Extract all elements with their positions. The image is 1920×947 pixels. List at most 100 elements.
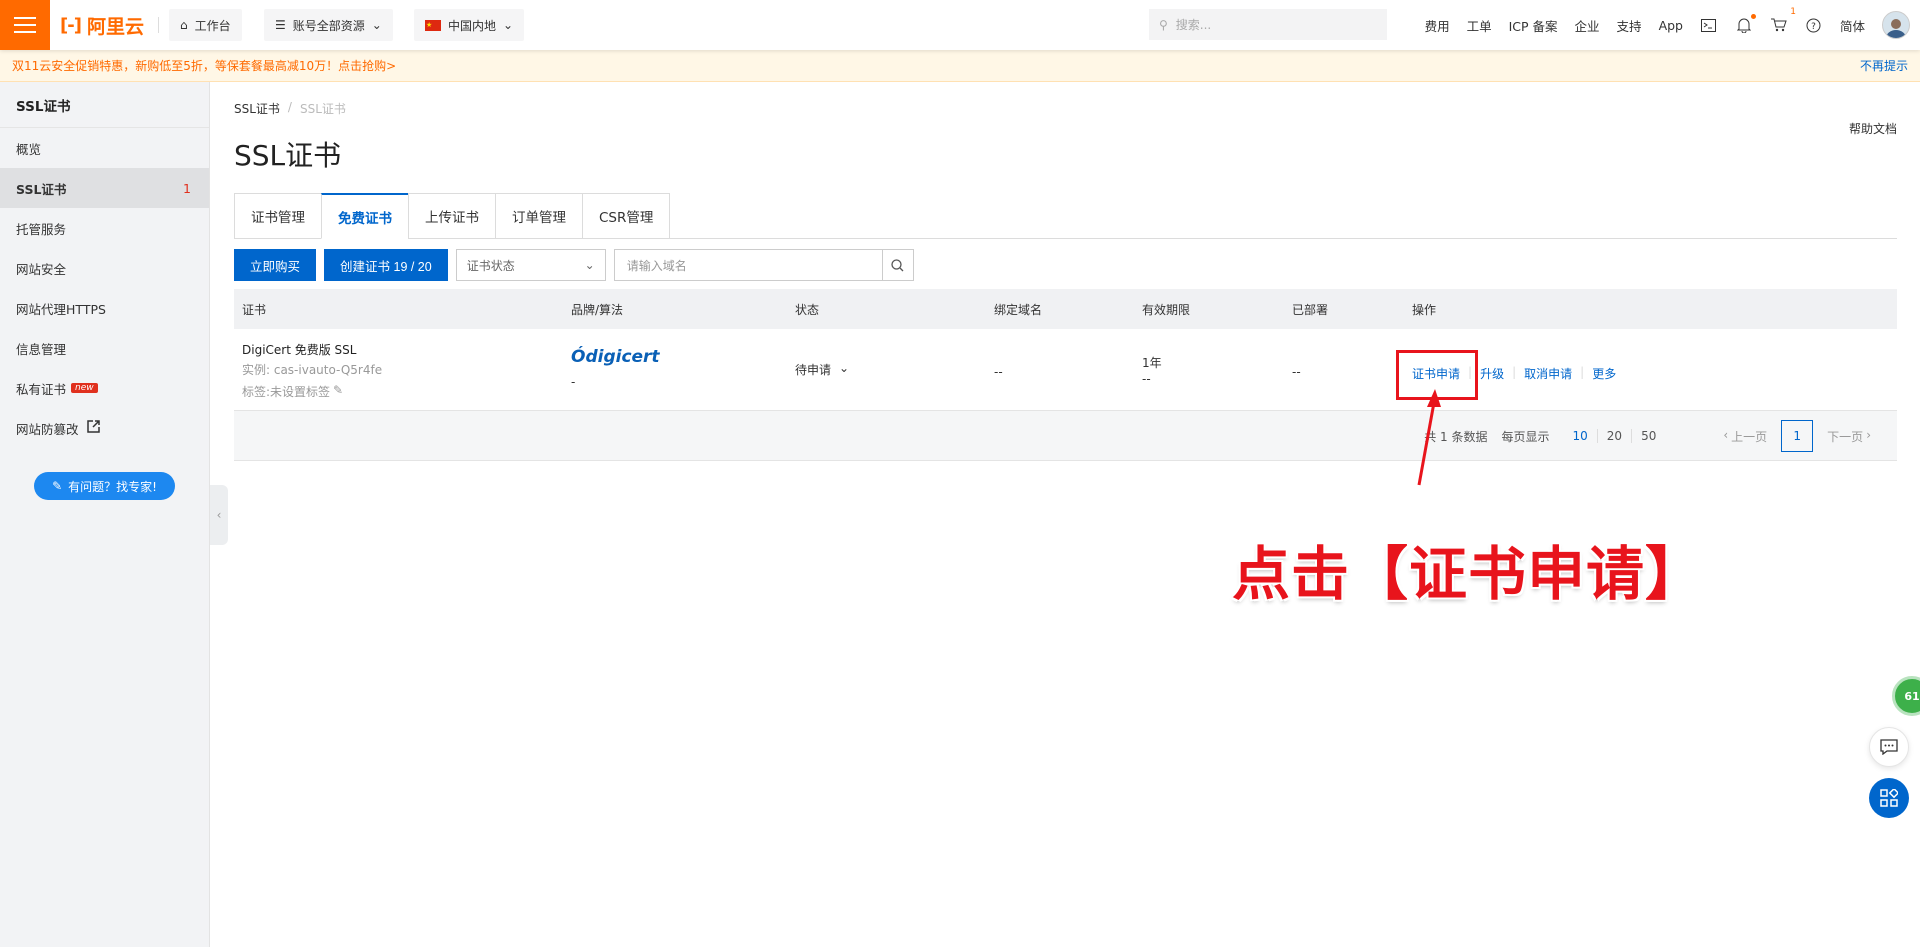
create-cert-button[interactable]: 创建证书 19 / 20 — [324, 249, 448, 281]
tab-order-management[interactable]: 订单管理 — [495, 193, 582, 239]
menu-icon[interactable] — [0, 0, 50, 50]
workbench-label: 工作台 — [194, 18, 231, 33]
sidebar-item-info-mgmt[interactable]: 信息管理 — [0, 328, 209, 368]
edit-icon: ✎ — [333, 383, 344, 397]
global-search[interactable]: ⚲ 搜索... — [1149, 9, 1387, 40]
next-page-button[interactable]: 下一页 › — [1827, 428, 1871, 445]
cart-icon[interactable]: 1 — [1770, 7, 1796, 34]
terminal-icon[interactable] — [1700, 16, 1718, 34]
top-right-links: 费用 工单 ICP 备案 企业 支持 App 1 ? 简体 — [1425, 0, 1910, 50]
sidebar-item-count: 1 — [183, 180, 191, 196]
prev-page-button[interactable]: ‹ 上一页 — [1723, 428, 1767, 445]
column-header: 品牌/算法 — [571, 302, 624, 317]
bound-domain: -- — [994, 365, 1003, 379]
collapse-sidebar-handle[interactable]: ‹ — [210, 485, 228, 545]
support-link[interactable]: 支持 — [1617, 16, 1642, 35]
tab-upload-cert[interactable]: 上传证书 — [408, 193, 495, 239]
billing-link[interactable]: 费用 — [1425, 16, 1450, 35]
sidebar-item-label: 信息管理 — [16, 341, 67, 357]
sidebar-item-ssl-certs[interactable]: SSL证书 1 — [0, 168, 209, 208]
domain-search-input[interactable]: 请输入域名 — [613, 249, 882, 281]
sidebar-item-label: 私有证书 — [16, 381, 67, 397]
cancel-apply-link[interactable]: 取消申请 — [1524, 365, 1572, 382]
sidebar-item-private-cert[interactable]: 私有证书 new — [0, 368, 209, 408]
tab-free-cert[interactable]: 免费证书 — [321, 193, 408, 239]
page-size-options: 10 20 50 — [1564, 429, 1666, 443]
buy-now-button[interactable]: 立即购买 — [234, 249, 317, 281]
upgrade-link[interactable]: 升级 — [1480, 365, 1504, 382]
resources-dropdown[interactable]: ☰ 账号全部资源 ⌄ — [264, 9, 393, 41]
logo-text: 阿里云 — [86, 15, 144, 38]
ask-expert-button[interactable]: ✎ 有问题？找专家! — [34, 472, 175, 500]
sidebar-item-https-proxy[interactable]: 网站代理HTTPS — [0, 288, 209, 328]
aliyun-logo[interactable]: [-] 阿里云 — [60, 13, 144, 38]
sidebar-item-site-security[interactable]: 网站安全 — [0, 248, 209, 288]
china-flag-icon: ★ — [425, 19, 441, 31]
column-header: 证书 — [242, 302, 267, 317]
search-icon — [891, 258, 904, 271]
current-page[interactable]: 1 — [1781, 420, 1814, 452]
annotation-arrow — [1417, 389, 1441, 486]
score-widget[interactable]: 61 — [1892, 676, 1920, 716]
prev-page-label: 上一页 — [1731, 429, 1768, 444]
logo-mark-icon: [-] — [60, 14, 82, 36]
sidebar-item-label: 网站防篡改 — [16, 421, 79, 437]
list-icon: ☰ — [275, 18, 286, 32]
cert-status: 待申请 — [795, 363, 832, 377]
annotation-text: 点击【证书申请】 — [1232, 540, 1705, 608]
digicert-mark-icon: Ó — [571, 347, 586, 367]
bell-icon[interactable] — [1735, 14, 1756, 34]
search-button[interactable] — [881, 249, 914, 281]
avatar[interactable] — [1882, 11, 1910, 39]
icp-link[interactable]: ICP 备案 — [1509, 16, 1558, 35]
chevron-down-icon: ⌄ — [584, 258, 595, 272]
language-switch[interactable]: 简体 — [1840, 16, 1865, 35]
deployed-status: -- — [1292, 365, 1301, 379]
home-icon: ⌂ — [180, 18, 188, 32]
sidebar-item-managed[interactable]: 托管服务 — [0, 208, 209, 248]
apps-button[interactable] — [1869, 778, 1909, 818]
tab-csr-management[interactable]: CSR管理 — [582, 193, 671, 239]
table-footer: 共 1 条数据 每页显示 10 20 50 ‹ 上一页 1 下一页 › — [234, 411, 1897, 461]
cert-algorithm: - — [571, 375, 576, 389]
status-select-label: 证书状态 — [466, 258, 515, 273]
enterprise-link[interactable]: 企业 — [1575, 16, 1600, 35]
sidebar-item-overview[interactable]: 概览 — [0, 128, 209, 168]
cert-tag[interactable]: 标签:未设置标签 ✎ — [242, 383, 343, 400]
status-select[interactable]: 证书状态 ⌄ — [455, 249, 606, 281]
new-badge: new — [71, 383, 98, 393]
page-size-option[interactable]: 50 — [1631, 429, 1666, 443]
region-dropdown[interactable]: ★ 中国内地 ⌄ — [414, 9, 525, 41]
sidebar-item-label: 概览 — [16, 141, 42, 157]
promo-dismiss-link[interactable]: 不再提示 — [1860, 57, 1908, 74]
chevron-down-icon: ⌄ — [839, 361, 850, 375]
chevron-left-icon: ‹ — [216, 508, 222, 522]
sidebar-item-label: 托管服务 — [16, 221, 67, 237]
promo-text[interactable]: 双11云安全促销特惠，新购低至5折，等保套餐最高减10万！点击抢购> — [12, 57, 396, 74]
chevron-right-icon: › — [1866, 427, 1871, 442]
chat-button[interactable] — [1869, 727, 1909, 767]
grid-icon — [1880, 789, 1898, 807]
workbench-button[interactable]: ⌂ 工作台 — [169, 9, 242, 41]
tab-cert-management[interactable]: 证书管理 — [234, 193, 321, 239]
ticket-link[interactable]: 工单 — [1467, 16, 1492, 35]
digicert-logo: Ódigicert — [571, 347, 660, 367]
status-dropdown[interactable]: 待申请 ⌄ — [795, 361, 849, 378]
breadcrumb-current: SSL证书 — [299, 102, 346, 116]
cart-badge: 1 — [1790, 7, 1796, 17]
cert-table: 证书 品牌/算法 状态 绑定域名 有效期限 已部署 操作 DigiCert 免费… — [234, 289, 1897, 461]
help-docs-link[interactable]: 帮助文档 — [1849, 120, 1897, 137]
page-size-option[interactable]: 20 — [1596, 429, 1632, 443]
tab-bar: 证书管理 免费证书 上传证书 订单管理 CSR管理 — [234, 193, 1897, 239]
sidebar-item-tamper-protect[interactable]: 网站防篡改 — [0, 408, 209, 448]
page-size-option[interactable]: 10 — [1564, 429, 1597, 443]
more-link[interactable]: 更多 — [1592, 365, 1616, 382]
brand-name: digicert — [585, 347, 660, 367]
help-icon[interactable]: ? — [1805, 16, 1823, 34]
chevron-down-icon: ⌄ — [371, 18, 382, 32]
breadcrumb-item[interactable]: SSL证书 — [234, 100, 280, 117]
score-value: 61 — [1904, 689, 1920, 703]
notification-dot — [1750, 14, 1756, 19]
chat-icon — [1880, 739, 1898, 755]
app-link[interactable]: App — [1659, 18, 1683, 33]
